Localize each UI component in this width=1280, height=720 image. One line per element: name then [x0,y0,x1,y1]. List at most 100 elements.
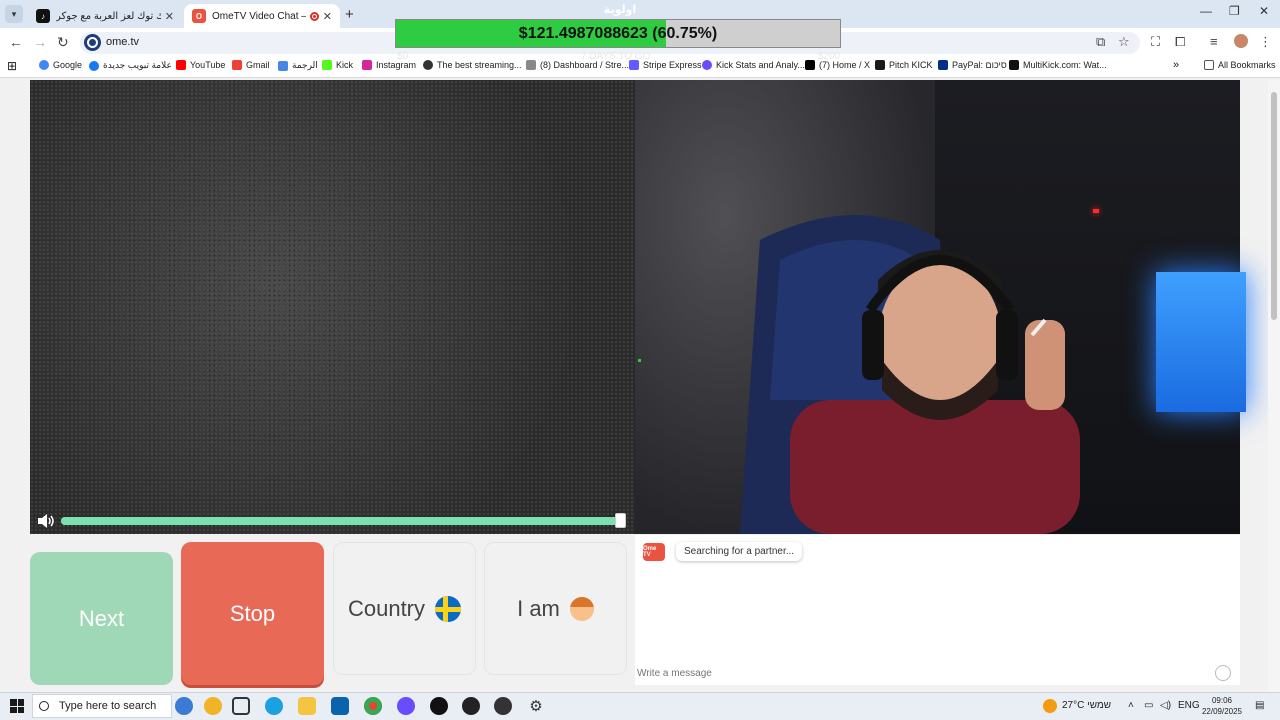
monitor-light [1156,272,1246,412]
bookmark-label: Kick Stats and Analy... [716,60,805,70]
bookmark-label: Gmail [246,60,270,70]
input-language[interactable]: ENG [1178,700,1200,711]
widget-icon[interactable] [204,697,222,715]
weather-text[interactable]: 27°C שמשי [1062,700,1111,711]
profile-avatar[interactable] [1234,34,1248,48]
search-placeholder: Type here to search [59,700,157,712]
volume-thumb[interactable] [615,513,626,528]
ometv-logo: Ome TV [643,543,665,561]
back-icon[interactable]: ← [9,34,23,50]
all-bookmarks[interactable]: All Bookmarks [1204,60,1276,70]
bookmark-kick-stats[interactable]: Kick Stats and Analy... [702,60,805,70]
streamer [790,250,1080,534]
tab-title: تحدي تك توك لعز العربة مع جوكر | Tik [56,10,161,22]
goal-days-label: 7 DAYS TO GO [581,51,651,62]
bookmark-label: الرجمة [292,60,318,70]
menu-icon[interactable]: ⋮ [1259,34,1272,50]
close-window-icon[interactable]: ✕ [1259,4,1269,18]
dashboard-icon [526,60,536,70]
overlay-title: اولوية [603,4,637,16]
bookmark-label: Pitch KICK [889,60,933,70]
bookmark-gmail[interactable]: Gmail [232,60,270,70]
emoji-icon[interactable] [1215,665,1231,681]
network-icon[interactable]: ▭ [1144,700,1153,711]
x-icon [805,60,815,70]
sweden-flag-icon [435,595,462,622]
stop-button[interactable]: Stop [181,542,324,685]
forward-icon[interactable]: → [33,34,47,50]
tab-tiktok[interactable]: ♪ تحدي تك توك لعز العربة مع جوكر | Tik ✕ [28,4,182,28]
boy-emoji-icon [569,596,594,621]
bookmark-label: YouTube [190,60,226,70]
site-info-icon[interactable] [84,34,101,51]
pitch-kick-icon [875,60,885,70]
recording-icon [309,11,319,21]
close-tab-icon[interactable]: ✕ [165,10,174,23]
extension-icon[interactable]: ⛶ [1151,34,1160,50]
bookmark-kick[interactable]: Kick [322,60,353,70]
globe-app-icon[interactable] [175,697,193,715]
gmail-icon [232,60,242,70]
more-bookmarks-icon[interactable]: » [1173,59,1179,71]
partner-video [30,80,635,534]
obs-icon[interactable] [430,697,448,715]
red-led [1093,209,1099,213]
country-button[interactable]: Country [333,542,476,675]
bookmark-new-tab[interactable]: علامة تبويب جديدة [89,60,172,71]
app-icon[interactable] [462,697,480,715]
bookmark-google[interactable]: Google [39,60,82,70]
minimize-icon[interactable]: — [1200,4,1212,18]
gender-button[interactable]: I am [484,542,627,675]
all-bookmarks-label: All Bookmarks [1218,60,1276,70]
notification-icon[interactable]: ▤ [1255,700,1264,711]
discord-icon[interactable] [397,697,415,715]
volume-icon[interactable] [36,513,56,529]
volume-slider[interactable] [61,517,624,525]
restore-icon[interactable]: ❐ [1229,4,1240,18]
country-label: Country [347,595,426,621]
clock-date: 22/09/2025 [1201,707,1243,716]
goal-end-label: $200 [818,51,841,62]
mail-icon[interactable] [331,697,349,715]
multikick-icon [1009,60,1019,70]
tab-search-icon[interactable]: ▾ [5,5,23,23]
streaming-icon [423,60,433,70]
task-view-icon[interactable] [232,697,250,715]
puzzle-icon[interactable]: ⧠ [1175,34,1185,50]
tab-ometv[interactable]: O OmeTV Video Chat — Ome ✕ [184,4,340,28]
reload-icon[interactable]: ↻ [57,34,69,51]
chrome-icon[interactable] [364,697,382,715]
bookmark-paypal[interactable]: PayPal: סיכום [938,60,1007,70]
bookmark-label: Google [53,60,83,70]
close-tab-icon[interactable]: ✕ [323,10,332,23]
status-message: Searching for a partner... [676,542,803,561]
windows-start-icon[interactable] [10,699,24,713]
bookmark-label: علامة تبويب جديدة [103,60,172,70]
bookmark-label: MultiKick.com: Wat... [1023,60,1107,70]
bookmark-translate[interactable]: الرجمة [278,60,318,71]
scrollbar-thumb[interactable] [1271,92,1277,320]
bookmark-youtube[interactable]: YouTube [176,60,225,70]
file-explorer-icon[interactable] [298,697,316,715]
edge-icon[interactable] [265,697,283,715]
goal-start-label: $0 [397,51,409,62]
clock[interactable]: 09:06 22/09/2025 [1198,695,1246,717]
bookmark-label: Kick [336,60,354,70]
new-tab-button[interactable]: + [345,6,354,23]
bookmark-streaming[interactable]: The best streaming... [423,60,522,70]
message-input[interactable] [637,664,1217,682]
kick-icon [322,60,332,70]
tray-chevron-icon[interactable]: ˄ [1128,700,1134,711]
bookmark-star-icon[interactable]: ☆ [1118,34,1130,50]
next-button[interactable]: Next [30,552,173,685]
bookmark-multikick[interactable]: MultiKick.com: Wat... [1009,60,1107,70]
taskbar-search[interactable]: Type here to search [32,694,172,718]
apps-icon[interactable]: ⊞ [7,59,17,73]
capture-app-icon[interactable] [494,697,512,715]
settings-gear-icon[interactable]: ⚙ [527,697,545,715]
url-text[interactable]: ome.tv [106,36,139,48]
speaker-icon[interactable]: ◁) [1160,700,1171,711]
media-icon[interactable]: ≡ [1210,34,1218,49]
bookmark-pitch-kick[interactable]: Pitch KICK [875,60,933,70]
install-app-icon[interactable]: ⧉ [1096,34,1105,50]
